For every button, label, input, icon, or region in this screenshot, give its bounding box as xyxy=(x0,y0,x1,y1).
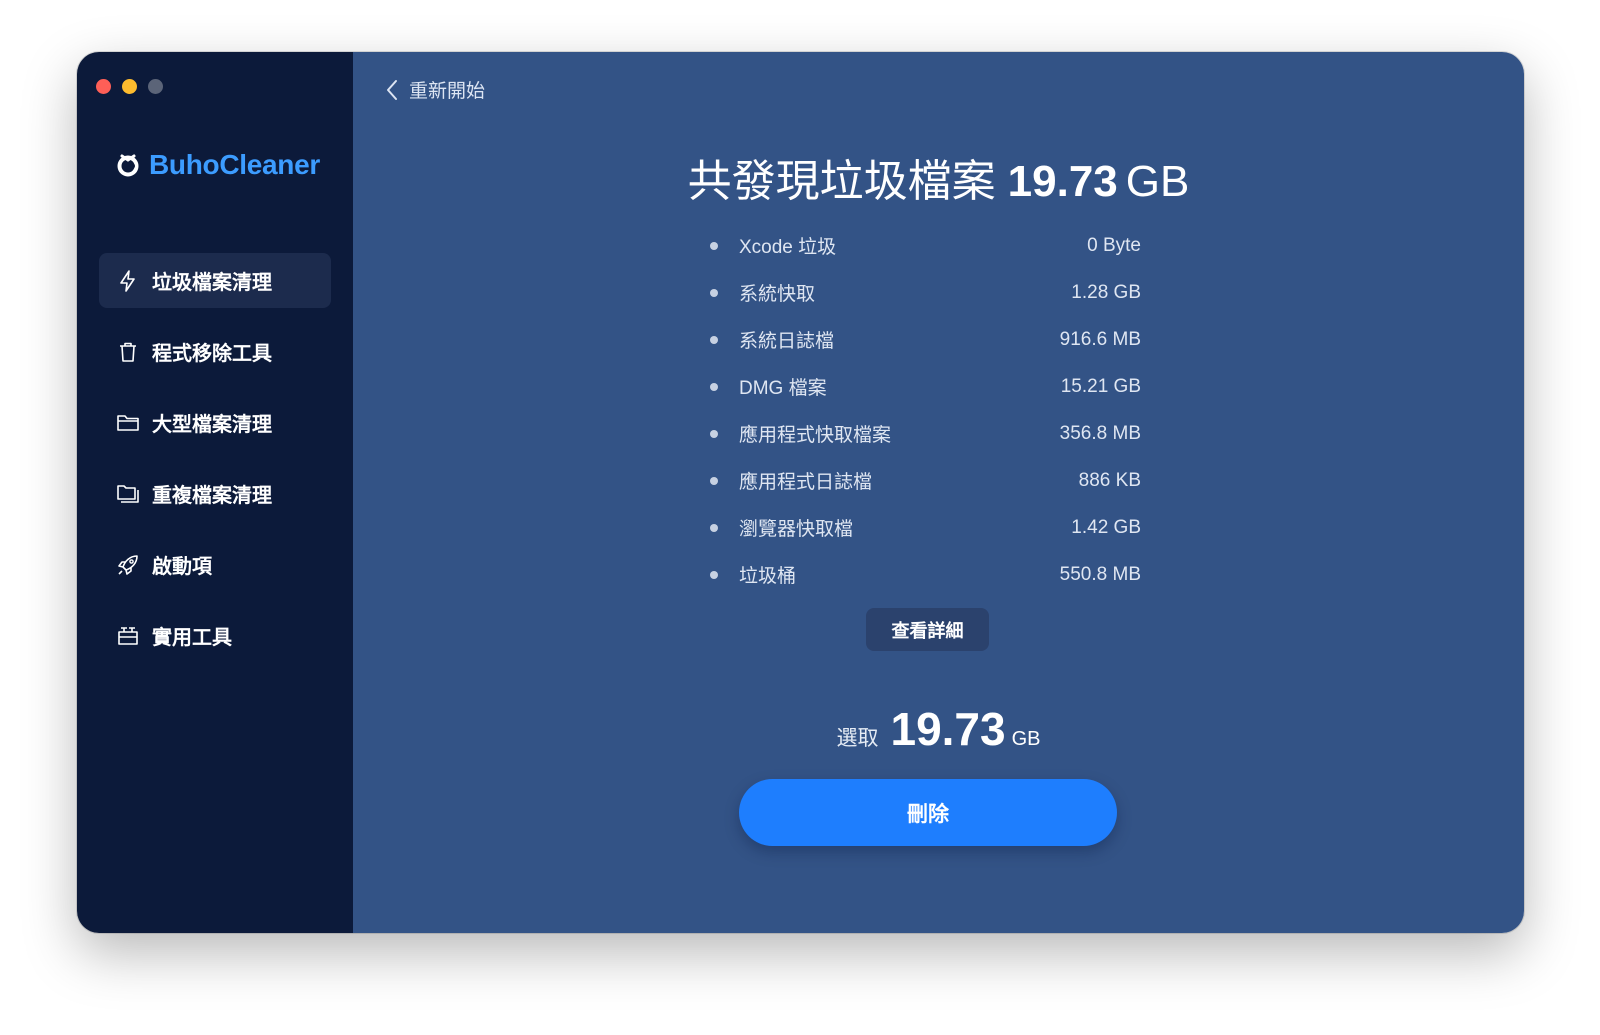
category-label: 應用程式快取檔案 xyxy=(739,425,892,446)
trash-icon xyxy=(116,340,140,364)
window-controls xyxy=(96,79,163,94)
category-size: 356.8 MB xyxy=(1059,422,1141,444)
app-name: BuhoCleaner xyxy=(149,149,320,180)
category-label: Xcode 垃圾 xyxy=(739,237,837,258)
bullet-icon xyxy=(710,335,718,344)
bullet-icon xyxy=(710,382,718,391)
restart-label: 重新開始 xyxy=(409,81,486,102)
page-title: 共發現垃圾檔案 19.73 GB xyxy=(353,145,1524,209)
category-label: 系統快取 xyxy=(739,284,816,305)
zoom-window-button[interactable] xyxy=(148,79,163,94)
bullet-icon xyxy=(710,523,718,532)
category-size: 0 Byte xyxy=(1087,234,1141,256)
category-label: 垃圾桶 xyxy=(739,566,797,587)
category-label: DMG 檔案 xyxy=(739,378,827,399)
list-item: 系統日誌檔 916.6 MB xyxy=(706,316,1141,363)
minimize-window-button[interactable] xyxy=(122,79,137,94)
list-item: Xcode 垃圾 0 Byte xyxy=(706,222,1141,269)
category-size: 15.21 GB xyxy=(1060,375,1141,397)
folder-icon xyxy=(116,411,140,435)
chevron-left-icon xyxy=(387,79,397,100)
list-item: 垃圾桶 550.8 MB xyxy=(706,551,1141,598)
lightning-icon xyxy=(116,269,140,293)
list-item: 瀏覽器快取檔 1.42 GB xyxy=(706,504,1141,551)
rocket-icon xyxy=(116,553,140,577)
sidebar-item-label: 重複檔案清理 xyxy=(152,485,272,507)
selected-size-value: 19.73 xyxy=(890,703,1006,755)
duplicate-folder-icon xyxy=(116,482,140,506)
brand: BuhoCleaner xyxy=(115,149,320,181)
buhocleaner-logo-icon xyxy=(117,154,139,177)
category-size: 886 KB xyxy=(1078,469,1141,491)
sidebar-item-large-files[interactable]: 大型檔案清理 xyxy=(99,395,331,450)
main-panel: 重新開始 共發現垃圾檔案 19.73 GB Xcode 垃圾 0 Byte 系統快取 1… xyxy=(353,52,1524,933)
sidebar-item-app-uninstaller[interactable]: 程式移除工具 xyxy=(99,324,331,379)
category-size: 916.6 MB xyxy=(1059,328,1141,350)
category-label: 系統日誌檔 xyxy=(739,331,835,352)
sidebar: BuhoCleaner 垃圾檔案清理 程式移除工具 大型檔案清理 重複檔案清理 … xyxy=(77,52,353,933)
category-label: 應用程式日誌檔 xyxy=(739,472,873,493)
sidebar-nav: 垃圾檔案清理 程式移除工具 大型檔案清理 重複檔案清理 啟動項 實用工具 xyxy=(99,253,331,679)
sidebar-item-label: 實用工具 xyxy=(152,627,232,649)
title-prefix: 共發現垃圾檔案 xyxy=(687,157,996,206)
view-details-button[interactable]: 查看詳細 xyxy=(866,608,989,651)
junk-category-list: Xcode 垃圾 0 Byte 系統快取 1.28 GB 系統日誌檔 916.6 MB… xyxy=(706,222,1141,598)
restart-button[interactable]: 重新開始 xyxy=(385,76,485,103)
sidebar-item-duplicates[interactable]: 重複檔案清理 xyxy=(99,466,331,521)
close-window-button[interactable] xyxy=(96,79,111,94)
bullet-icon xyxy=(710,570,718,579)
selected-label: 選取 xyxy=(836,727,879,750)
selected-size-unit: GB xyxy=(1011,728,1041,750)
bullet-icon xyxy=(710,241,718,250)
list-item: 系統快取 1.28 GB xyxy=(706,269,1141,316)
bullet-icon xyxy=(710,476,718,485)
list-item: DMG 檔案 15.21 GB xyxy=(706,363,1141,410)
toolbox-icon xyxy=(116,624,140,648)
sidebar-item-toolkit[interactable]: 實用工具 xyxy=(99,608,331,663)
sidebar-item-label: 垃圾檔案清理 xyxy=(152,272,272,294)
list-item: 應用程式快取檔案 356.8 MB xyxy=(706,410,1141,457)
sidebar-item-junk-cleaner[interactable]: 垃圾檔案清理 xyxy=(99,253,331,308)
list-item: 應用程式日誌檔 886 KB xyxy=(706,457,1141,504)
delete-button[interactable]: 刪除 xyxy=(739,779,1117,846)
category-size: 1.42 GB xyxy=(1071,516,1141,538)
sidebar-item-label: 大型檔案清理 xyxy=(152,414,272,436)
bullet-icon xyxy=(710,429,718,438)
selected-summary: 選取 19.73 GB xyxy=(353,702,1524,756)
total-size-unit: GB xyxy=(1125,157,1190,206)
sidebar-item-startup[interactable]: 啟動項 xyxy=(99,537,331,592)
app-window: BuhoCleaner 垃圾檔案清理 程式移除工具 大型檔案清理 重複檔案清理 … xyxy=(77,52,1524,933)
sidebar-item-label: 程式移除工具 xyxy=(152,343,272,365)
sidebar-item-label: 啟動項 xyxy=(152,556,212,578)
bullet-icon xyxy=(710,288,718,297)
total-size-value: 19.73 xyxy=(1007,157,1118,206)
category-label: 瀏覽器快取檔 xyxy=(739,519,854,540)
category-size: 1.28 GB xyxy=(1071,281,1141,303)
category-size: 550.8 MB xyxy=(1059,563,1141,585)
